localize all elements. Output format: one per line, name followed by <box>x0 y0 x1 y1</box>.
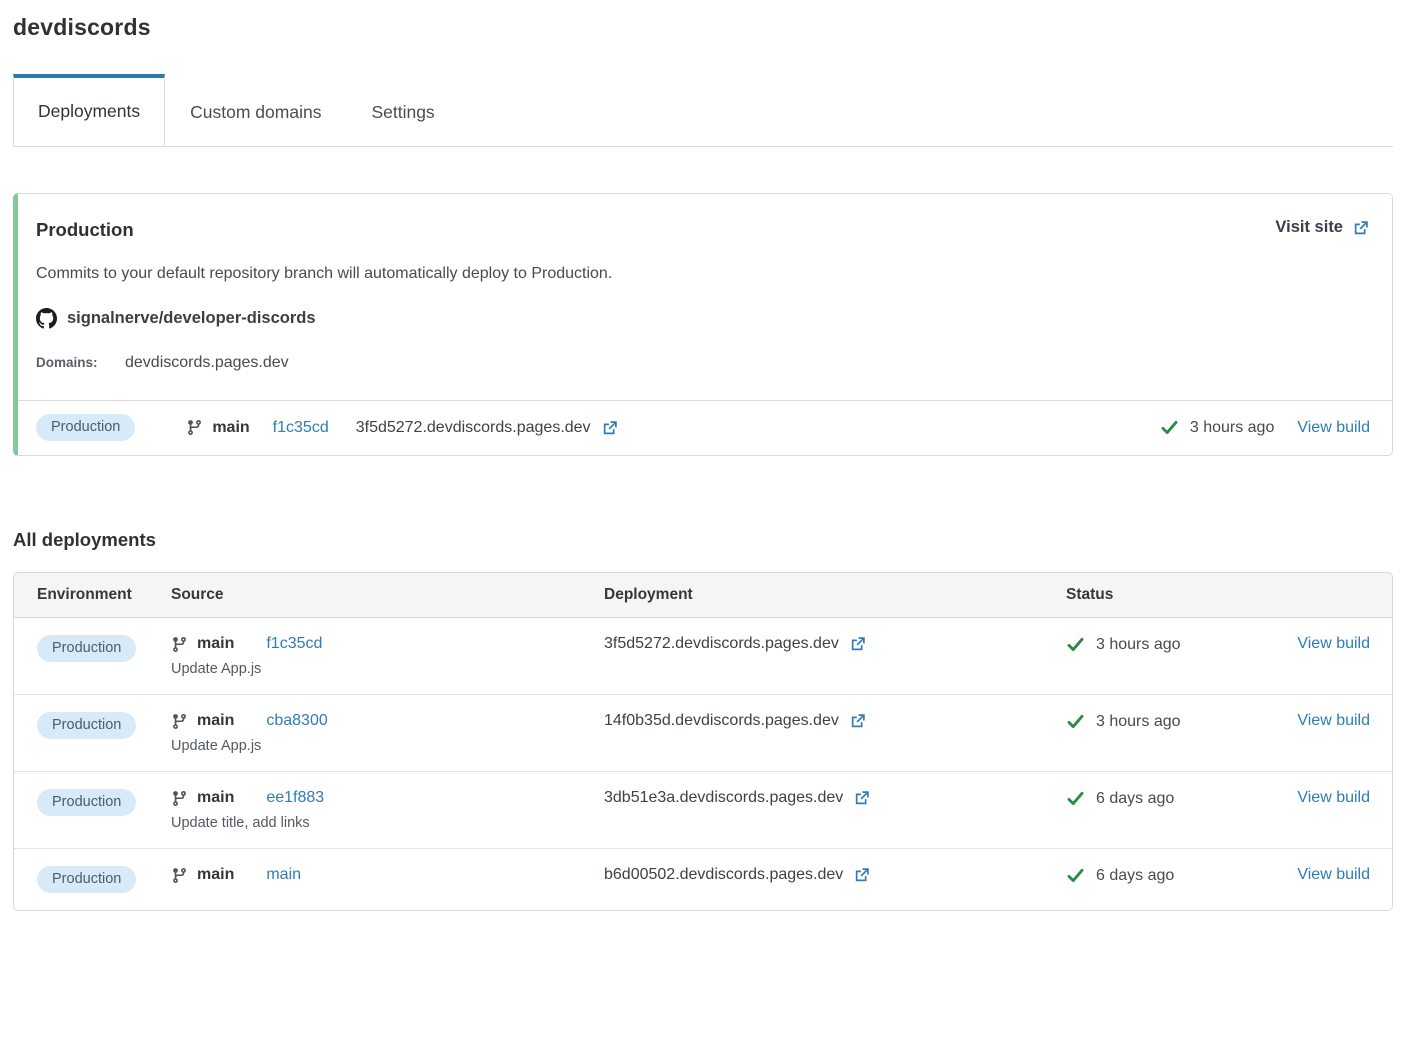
commit-link[interactable]: ee1f883 <box>266 789 324 807</box>
commit-message: Update title, add links <box>171 815 604 831</box>
check-icon <box>1066 712 1085 731</box>
environment-badge: Production <box>37 635 136 662</box>
view-build-link[interactable]: View build <box>1297 635 1370 652</box>
status-time: 3 hours ago <box>1190 419 1275 437</box>
production-card: Production Visit site Commits to your de… <box>13 193 1393 456</box>
pages-project-page: devdiscords Deployments Custom domains S… <box>0 0 1413 921</box>
branch-name: main <box>197 789 234 807</box>
page-title: devdiscords <box>13 14 1393 41</box>
domains-value: devdiscords.pages.dev <box>125 354 289 372</box>
production-card-title: Production <box>36 219 1370 241</box>
production-description: Commits to your default repository branc… <box>36 265 1370 283</box>
external-link-icon <box>601 419 619 437</box>
domains-row: Domains: devdiscords.pages.dev <box>36 354 1370 372</box>
deployment-url: 3f5d5272.devdiscords.pages.dev <box>604 635 839 653</box>
git-branch-icon <box>171 713 188 730</box>
commit-link[interactable]: f1c35cd <box>273 419 329 437</box>
deployment-url: 3f5d5272.devdiscords.pages.dev <box>356 419 591 437</box>
table-row: Production main cba8300 Update App.js 14… <box>14 694 1392 771</box>
all-deployments-heading: All deployments <box>13 529 1393 551</box>
deployment-url-link[interactable]: 14f0b35d.devdiscords.pages.dev <box>604 712 1066 730</box>
deployment-url: 14f0b35d.devdiscords.pages.dev <box>604 712 839 730</box>
view-build-link[interactable]: View build <box>1297 419 1370 437</box>
status-time: 6 days ago <box>1096 790 1174 808</box>
branch-name: main <box>197 712 234 730</box>
check-icon <box>1066 866 1085 885</box>
deployment-url: 3db51e3a.devdiscords.pages.dev <box>604 789 843 807</box>
table-row: Production main f1c35cd Update App.js 3f… <box>14 618 1392 694</box>
repo-row: signalnerve/developer-discords <box>36 308 1370 329</box>
deployment-url-link[interactable]: 3f5d5272.devdiscords.pages.dev <box>604 635 1066 653</box>
source-cell: main main <box>171 866 604 884</box>
branch-name: main <box>197 866 234 884</box>
environment-badge: Production <box>37 866 136 893</box>
view-build-link[interactable]: View build <box>1297 789 1370 806</box>
environment-badge: Production <box>37 789 136 816</box>
deployment-url-link[interactable]: 3f5d5272.devdiscords.pages.dev <box>356 419 619 437</box>
column-header-source: Source <box>171 586 604 604</box>
external-link-icon <box>849 635 867 653</box>
deployment-url: b6d00502.devdiscords.pages.dev <box>604 866 843 884</box>
git-branch-icon <box>171 636 188 653</box>
github-icon <box>36 308 57 329</box>
external-link-icon <box>1352 219 1370 237</box>
tab-deployments[interactable]: Deployments <box>13 74 165 146</box>
column-header-deployment: Deployment <box>604 586 1066 604</box>
branch-name: main <box>197 635 234 653</box>
deployment-url-link[interactable]: b6d00502.devdiscords.pages.dev <box>604 866 1066 884</box>
branch-group: main <box>186 419 249 437</box>
environment-badge: Production <box>37 712 136 739</box>
check-icon <box>1066 789 1085 808</box>
column-header-environment: Environment <box>37 586 171 604</box>
status-cell: 6 days ago <box>1066 789 1282 808</box>
domains-label: Domains: <box>36 355 125 370</box>
branch-name: main <box>212 419 249 437</box>
column-header-status: Status <box>1066 586 1282 604</box>
commit-link[interactable]: f1c35cd <box>266 635 322 653</box>
table-row: Production main ee1f883 Update title, ad… <box>14 771 1392 848</box>
tab-custom-domains[interactable]: Custom domains <box>165 74 346 146</box>
git-branch-icon <box>171 790 188 807</box>
commit-message: Update App.js <box>171 738 604 754</box>
repo-name: signalnerve/developer-discords <box>67 309 316 328</box>
git-branch-icon <box>171 867 188 884</box>
latest-deployment-status: 3 hours ago View build <box>1160 418 1370 437</box>
deployments-table: Environment Source Deployment Status Pro… <box>13 572 1393 911</box>
external-link-icon <box>853 866 871 884</box>
status-time: 3 hours ago <box>1096 636 1181 654</box>
table-row: Production main main b6d00502.devdiscord… <box>14 848 1392 910</box>
tabs-bar: Deployments Custom domains Settings <box>13 74 1393 147</box>
visit-site-link[interactable]: Visit site <box>1275 218 1370 237</box>
source-cell: main f1c35cd Update App.js <box>171 635 604 677</box>
table-header-row: Environment Source Deployment Status <box>14 573 1392 618</box>
latest-deployment-row: Production main f1c35cd 3f5d5272.devdisc… <box>18 400 1392 455</box>
status-time: 3 hours ago <box>1096 713 1181 731</box>
check-icon <box>1066 635 1085 654</box>
external-link-icon <box>853 789 871 807</box>
check-icon <box>1160 418 1179 437</box>
source-cell: main ee1f883 Update title, add links <box>171 789 604 831</box>
tab-settings[interactable]: Settings <box>346 74 459 146</box>
status-time: 6 days ago <box>1096 867 1174 885</box>
production-card-body: Production Visit site Commits to your de… <box>18 194 1392 400</box>
visit-site-label: Visit site <box>1275 218 1343 237</box>
environment-badge: Production <box>36 414 135 441</box>
deployment-url-link[interactable]: 3db51e3a.devdiscords.pages.dev <box>604 789 1066 807</box>
status-group: 3 hours ago <box>1160 418 1275 437</box>
status-cell: 3 hours ago <box>1066 712 1282 731</box>
view-build-link[interactable]: View build <box>1297 866 1370 883</box>
commit-message: Update App.js <box>171 661 604 677</box>
status-cell: 3 hours ago <box>1066 635 1282 654</box>
external-link-icon <box>849 712 867 730</box>
status-cell: 6 days ago <box>1066 866 1282 885</box>
commit-link[interactable]: cba8300 <box>266 712 327 730</box>
source-cell: main cba8300 Update App.js <box>171 712 604 754</box>
commit-link[interactable]: main <box>266 866 301 884</box>
git-branch-icon <box>186 419 203 436</box>
view-build-link[interactable]: View build <box>1297 712 1370 729</box>
